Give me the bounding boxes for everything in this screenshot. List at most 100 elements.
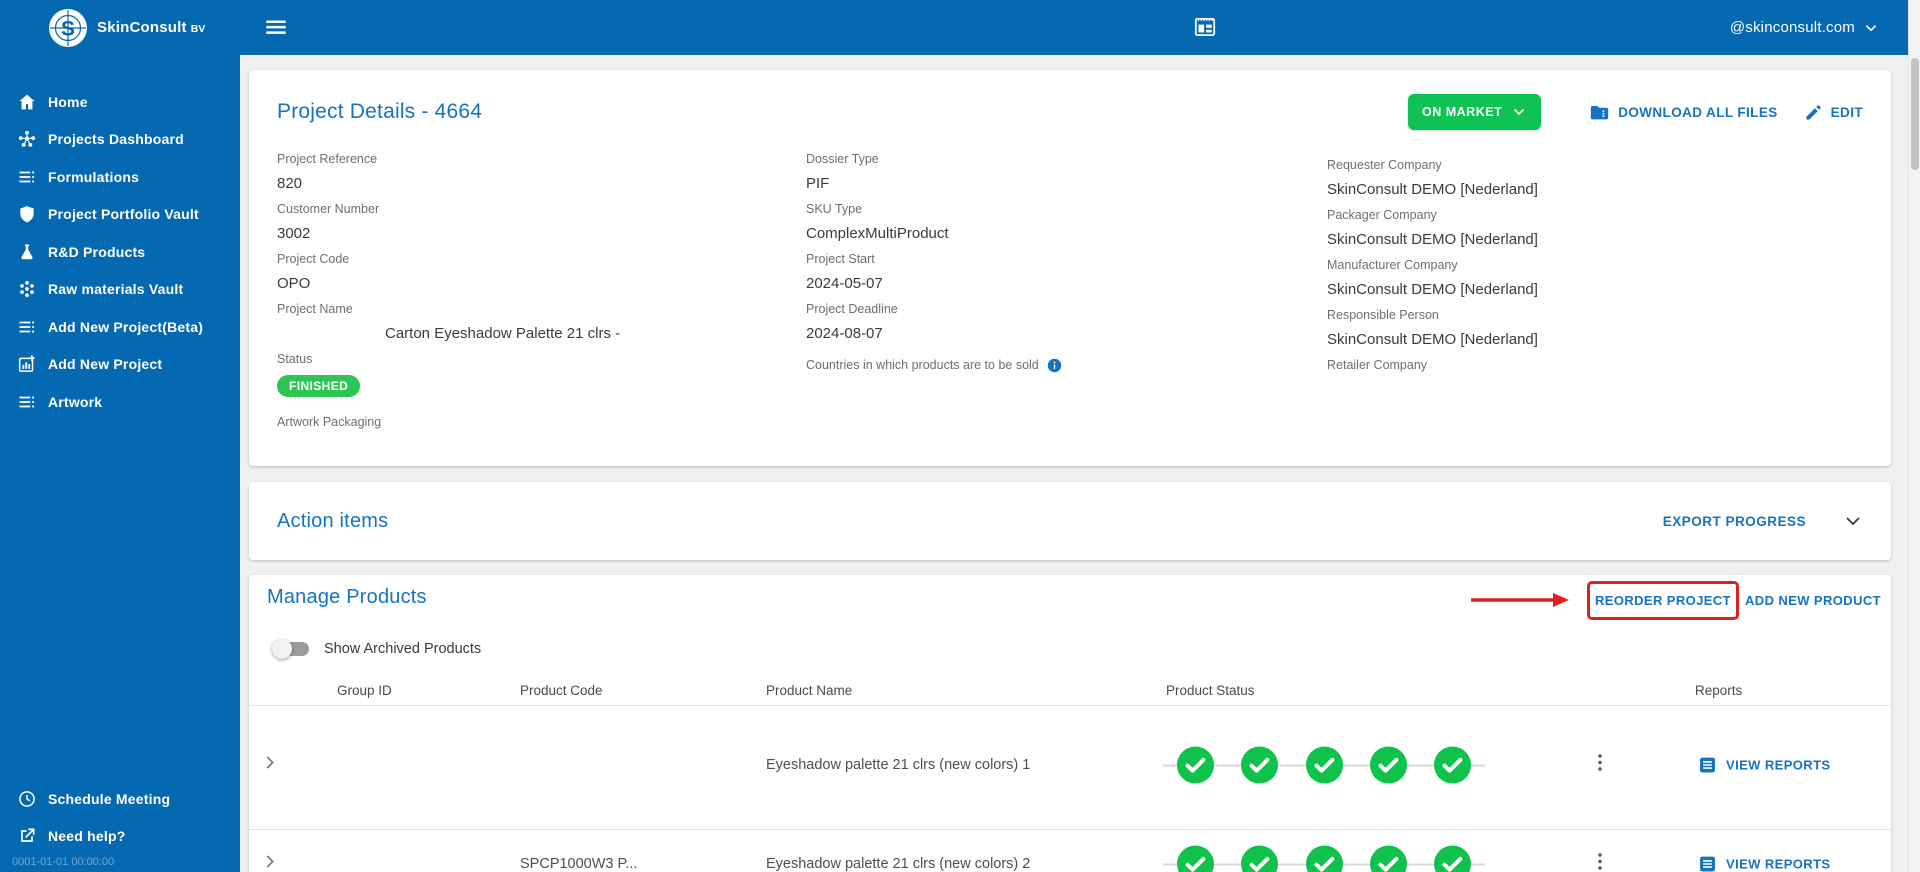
fields-column-1: Project Reference 820 Customer Number 30… [277, 152, 806, 439]
brand-logo-icon: S [49, 8, 87, 47]
field-requester-company: Requester Company SkinConsult DEMO [Nede… [1327, 158, 1863, 199]
sidebar-item-label: Home [48, 93, 88, 110]
brand-suffix: BV [190, 22, 206, 35]
add-new-product-button[interactable]: ADD NEW PRODUCT [1745, 593, 1881, 608]
column-header-product-status: Product Status [1166, 683, 1255, 698]
sidebar-item-raw-materials-vault[interactable]: Raw materials Vault [0, 271, 240, 309]
sidebar-item-label: Schedule Meeting [48, 790, 171, 807]
view-reports-button[interactable]: VIEW REPORTS [1697, 755, 1830, 776]
pencil-icon [1806, 104, 1821, 120]
archived-toggle-row: Show Archived Products [272, 637, 482, 661]
shield-icon [17, 204, 37, 224]
status-badge: FINISHED [277, 375, 361, 397]
scrollbar[interactable] [1908, 0, 1920, 872]
sidebar-item-label: Raw materials Vault [48, 281, 184, 298]
sidebar-nav: Home Projects Dashboard Formulations Pro… [0, 83, 240, 421]
sidebar-item-label: R&D Products [48, 243, 146, 260]
dashboard-icon[interactable] [1192, 14, 1218, 40]
check-circle-icon [1241, 746, 1279, 784]
hub-icon [17, 129, 37, 149]
sidebar-footer: Schedule Meeting Need help? 0001-01-01 0… [0, 780, 240, 869]
field-value: OPO [277, 275, 311, 292]
table-row: SPCP1000W3 P... Eyeshadow palette 21 clr… [249, 831, 1891, 872]
clock-icon [17, 789, 37, 809]
show-archived-toggle[interactable] [272, 639, 309, 659]
expand-row-icon[interactable] [259, 851, 281, 872]
project-details-card: Project Details - 4664 ON MARKET DOWNLOA… [249, 70, 1891, 466]
field-project-code: Project Code OPO [277, 252, 806, 293]
info-icon[interactable] [1046, 357, 1063, 374]
download-all-files-button[interactable]: DOWNLOAD ALL FILES [1589, 102, 1777, 123]
edit-button[interactable]: EDIT [1804, 103, 1863, 122]
product-name: Eyeshadow palette 21 clrs (new colors) 2 [766, 856, 1031, 872]
account-email: @skinconsult.com [1729, 19, 1855, 36]
sidebar-item-project-portfolio-vault[interactable]: Project Portfolio Vault [0, 196, 240, 234]
grain-icon [17, 279, 37, 299]
sidebar-item-label: Projects Dashboard [48, 131, 184, 148]
chevron-down-icon[interactable] [1842, 510, 1864, 532]
on-market-button[interactable]: ON MARKET [1408, 94, 1542, 130]
field-value: ComplexMultiProduct [806, 225, 949, 242]
field-project-reference: Project Reference 820 [277, 152, 806, 193]
field-value: 820 [277, 175, 303, 192]
column-header-reports: Reports [1695, 683, 1743, 698]
field-label: Responsible Person [1327, 308, 1439, 322]
field-status: Status FINISHED [277, 352, 806, 406]
sidebar-item-add-new-project-beta[interactable]: Add New Project(Beta) [0, 308, 240, 346]
view-reports-label: VIEW REPORTS [1726, 856, 1831, 872]
check-circle-icon [1434, 845, 1471, 872]
chevron-down-icon [1514, 109, 1525, 115]
sidebar-item-label: Add New Project(Beta) [48, 318, 204, 335]
sidebar-item-home[interactable]: Home [0, 83, 240, 121]
field-label: Countries in which products are to be so… [806, 358, 1039, 372]
field-value: 2024-05-07 [806, 275, 883, 292]
sidebar-item-rd-products[interactable]: R&D Products [0, 233, 240, 271]
field-label: Project Deadline [806, 302, 898, 316]
sidebar-item-need-help[interactable]: Need help? [0, 817, 240, 854]
field-countries: Countries in which products are to be so… [806, 357, 1327, 374]
product-status-stepper [1163, 845, 1485, 872]
sidebar-item-schedule-meeting[interactable]: Schedule Meeting [0, 780, 240, 817]
account-menu[interactable]: @skinconsult.com [1730, 0, 1880, 55]
flask-icon [17, 242, 37, 262]
field-label: Status [277, 352, 313, 366]
brand[interactable]: S SkinConsult BV [0, 0, 240, 55]
folder-download-icon [1591, 105, 1609, 119]
expand-row-icon[interactable] [259, 752, 281, 779]
column-header-product-code: Product Code [520, 683, 603, 698]
annotation-highlight-box: REORDER PROJECT [1587, 581, 1739, 620]
view-reports-button[interactable]: VIEW REPORTS [1697, 854, 1830, 872]
chevron-down-icon [1866, 24, 1876, 31]
brand-name: SkinConsult [97, 19, 187, 36]
sidebar-timestamp: 0001-01-01 00:00:00 [12, 856, 115, 868]
product-status-stepper [1163, 746, 1485, 784]
sidebar-item-artwork[interactable]: Artwork [0, 383, 240, 421]
app-root: S SkinConsult BV Home Projects Dashboard… [0, 0, 1920, 872]
sidebar-item-label: Need help? [48, 827, 126, 844]
field-label: Project Code [277, 252, 350, 266]
field-project-name: Project Name Carton Eyeshadow Palette 21… [277, 302, 806, 343]
sidebar-item-label: Project Portfolio Vault [48, 206, 199, 223]
scrollbar-thumb[interactable] [1911, 58, 1919, 170]
svg-text:S: S [61, 17, 75, 40]
sidebar-item-projects-dashboard[interactable]: Projects Dashboard [0, 121, 240, 159]
field-value: 2024-08-07 [806, 325, 883, 342]
field-value: SkinConsult DEMO [Nederland] [1327, 281, 1538, 298]
topbar: @skinconsult.com [240, 0, 1908, 55]
export-progress-button[interactable]: EXPORT PROGRESS [1663, 514, 1806, 529]
field-value: SkinConsult DEMO [Nederland] [1327, 181, 1538, 198]
menu-icon[interactable] [263, 14, 289, 40]
report-icon [1700, 856, 1715, 872]
archived-toggle-label: Show Archived Products [324, 641, 482, 657]
edit-label: EDIT [1830, 104, 1863, 120]
field-retailer-company: Retailer Company [1327, 358, 1863, 373]
field-label: Dossier Type [806, 152, 879, 166]
sidebar-item-formulations[interactable]: Formulations [0, 158, 240, 196]
row-menu-icon[interactable] [1588, 850, 1612, 872]
row-menu-icon[interactable] [1588, 751, 1612, 780]
reorder-project-button[interactable]: REORDER PROJECT [1595, 593, 1731, 608]
on-market-label: ON MARKET [1422, 105, 1503, 119]
fields-column-2: Dossier Type PIF SKU Type ComplexMultiPr… [806, 152, 1327, 439]
sidebar-item-add-new-project[interactable]: Add New Project [0, 346, 240, 384]
field-project-start: Project Start 2024-05-07 [806, 252, 1327, 293]
